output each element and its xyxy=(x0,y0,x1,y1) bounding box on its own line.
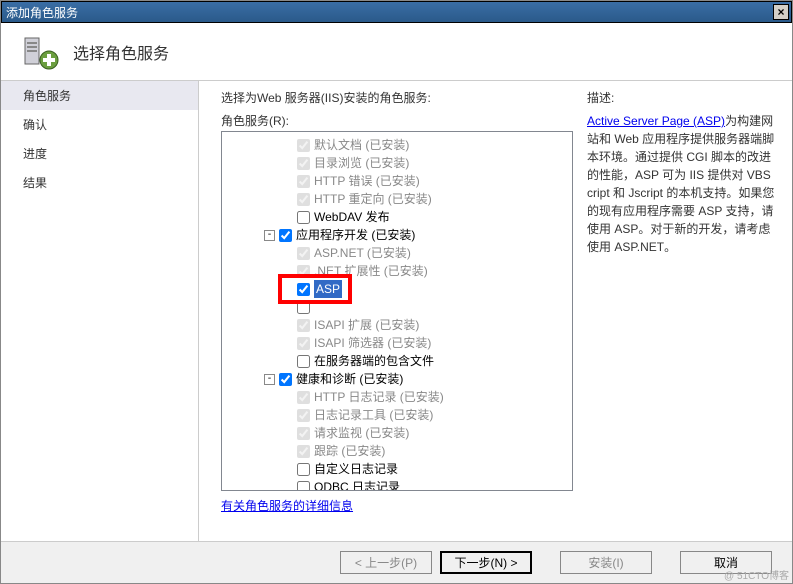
tree-node-label[interactable]: WebDAV 发布 xyxy=(314,208,390,226)
prev-button[interactable]: < 上一步(P) xyxy=(340,551,432,574)
tree-node-label[interactable]: 在服务器端的包含文件 xyxy=(314,352,434,370)
page-title: 选择角色服务 xyxy=(73,40,169,64)
tree-node-label[interactable]: .NET 扩展性 (已安装) xyxy=(314,262,428,280)
tree-row[interactable]: ISAPI 扩展 (已安装) xyxy=(222,316,572,334)
watermark: @ 51CTO博客 xyxy=(724,567,789,582)
expand-icon[interactable]: - xyxy=(264,230,275,241)
role-tree[interactable]: 默认文档 (已安装)目录浏览 (已安装)HTTP 错误 (已安装)HTTP 重定… xyxy=(221,131,573,491)
tree-node-label[interactable]: 请求监视 (已安装) xyxy=(314,424,409,442)
tree-checkbox xyxy=(297,427,310,440)
tree-checkbox xyxy=(297,175,310,188)
tree-checkbox[interactable] xyxy=(297,481,310,492)
tree-row[interactable]: - 健康和诊断 (已安装) xyxy=(222,370,572,388)
tree-node-label[interactable]: HTTP 日志记录 (已安装) xyxy=(314,388,444,406)
tree-checkbox[interactable] xyxy=(297,355,310,368)
tree-row[interactable]: 默认文档 (已安装) xyxy=(222,136,572,154)
tree-row[interactable]: ISAPI 筛选器 (已安装) xyxy=(222,334,572,352)
tree-node-label[interactable]: 目录浏览 (已安装) xyxy=(314,154,409,172)
tree-checkbox xyxy=(297,391,310,404)
tree-node-label[interactable]: HTTP 错误 (已安装) xyxy=(314,172,420,190)
tree-row[interactable]: 自定义日志记录 xyxy=(222,460,572,478)
intro-text: 选择为Web 服务器(IIS)安装的角色服务: xyxy=(221,89,573,106)
description-panel: 描述: Active Server Page (ASP)为构建网站和 Web 应… xyxy=(573,89,782,537)
tree-row[interactable]: ASP xyxy=(222,280,572,298)
tree-node-label[interactable]: ISAPI 扩展 (已安装) xyxy=(314,316,419,334)
tree-row[interactable]: ODBC 日志记录 xyxy=(222,478,572,491)
main-panel: 选择为Web 服务器(IIS)安装的角色服务: 角色服务(R): 默认文档 (已… xyxy=(199,81,792,541)
tree-row[interactable]: 在服务器端的包含文件 xyxy=(222,352,572,370)
nav-item-2[interactable]: 进度 xyxy=(1,139,198,168)
tree-checkbox[interactable] xyxy=(297,211,310,224)
tree-row[interactable]: WebDAV 发布 xyxy=(222,208,572,226)
next-button[interactable]: 下一步(N) > xyxy=(440,551,532,574)
tree-row[interactable]: HTTP 日志记录 (已安装) xyxy=(222,388,572,406)
tree-node-label[interactable]: HTTP 重定向 (已安装) xyxy=(314,190,432,208)
close-icon[interactable]: × xyxy=(773,4,789,20)
nav-item-0[interactable]: 角色服务 xyxy=(1,81,198,110)
tree-checkbox[interactable] xyxy=(279,373,292,386)
tree-row[interactable]: 请求监视 (已安装) xyxy=(222,424,572,442)
tree-node-label[interactable]: 自定义日志记录 xyxy=(314,460,398,478)
tree-row[interactable]: 跟踪 (已安装) xyxy=(222,442,572,460)
tree-node-label[interactable]: 应用程序开发 (已安装) xyxy=(296,226,415,244)
tree-row[interactable]: - 应用程序开发 (已安装) xyxy=(222,226,572,244)
tree-checkbox xyxy=(297,139,310,152)
tree-row[interactable]: HTTP 重定向 (已安装) xyxy=(222,190,572,208)
tree-checkbox[interactable] xyxy=(279,229,292,242)
footer: < 上一步(P) 下一步(N) > 安装(I) 取消 xyxy=(1,541,792,583)
tree-node-label[interactable]: 健康和诊断 (已安装) xyxy=(296,370,403,388)
window-title: 添加角色服务 xyxy=(6,6,78,20)
tree-checkbox xyxy=(297,319,310,332)
tree-row[interactable]: HTTP 错误 (已安装) xyxy=(222,172,572,190)
tree-checkbox[interactable] xyxy=(297,301,310,314)
tree-node-label[interactable]: 跟踪 (已安装) xyxy=(314,442,385,460)
nav-item-1[interactable]: 确认 xyxy=(1,110,198,139)
nav-item-3[interactable]: 结果 xyxy=(1,168,198,197)
tree-label: 角色服务(R): xyxy=(221,112,573,129)
desc-link[interactable]: Active Server Page (ASP) xyxy=(587,114,725,128)
tree-checkbox xyxy=(297,157,310,170)
expand-icon[interactable]: - xyxy=(264,374,275,385)
tree-row[interactable]: .NET 扩展性 (已安装) xyxy=(222,262,572,280)
desc-text: Active Server Page (ASP)为构建网站和 Web 应用程序提… xyxy=(587,112,776,256)
tree-checkbox xyxy=(297,409,310,422)
tree-node-label[interactable]: ASP xyxy=(314,280,342,298)
wizard-window: 添加角色服务 × 选择角色服务 角色服务确认进度结果 选择为Web 服务器(II… xyxy=(0,0,793,584)
tree-node-label[interactable]: ASP.NET (已安装) xyxy=(314,244,411,262)
install-button[interactable]: 安装(I) xyxy=(560,551,652,574)
header: 选择角色服务 xyxy=(1,23,792,81)
tree-row[interactable]: 目录浏览 (已安装) xyxy=(222,154,572,172)
tree-checkbox xyxy=(297,265,310,278)
tree-node-label[interactable]: 日志记录工具 (已安装) xyxy=(314,406,433,424)
tree-node-label[interactable]: 默认文档 (已安装) xyxy=(314,136,409,154)
tree-checkbox xyxy=(297,193,310,206)
more-info-link[interactable]: 有关角色服务的详细信息 xyxy=(221,497,573,514)
tree-node-label[interactable]: ODBC 日志记录 xyxy=(314,478,400,491)
tree-checkbox xyxy=(297,445,310,458)
desc-body: 为构建网站和 Web 应用程序提供服务器端脚本环境。通过提供 CGI 脚本的改进… xyxy=(587,114,774,254)
tree-checkbox xyxy=(297,247,310,260)
desc-label: 描述: xyxy=(587,89,776,106)
tree-node-label[interactable]: ISAPI 筛选器 (已安装) xyxy=(314,334,431,352)
tree-panel: 选择为Web 服务器(IIS)安装的角色服务: 角色服务(R): 默认文档 (已… xyxy=(221,89,573,537)
server-icon xyxy=(19,32,59,72)
tree-checkbox[interactable] xyxy=(297,283,310,296)
tree-row[interactable]: 日志记录工具 (已安装) xyxy=(222,406,572,424)
tree-checkbox[interactable] xyxy=(297,463,310,476)
body: 角色服务确认进度结果 选择为Web 服务器(IIS)安装的角色服务: 角色服务(… xyxy=(1,81,792,541)
sidebar: 角色服务确认进度结果 xyxy=(1,81,199,541)
tree-checkbox xyxy=(297,337,310,350)
tree-row[interactable]: CGI xyxy=(222,298,572,316)
titlebar[interactable]: 添加角色服务 × xyxy=(1,1,792,23)
tree-row[interactable]: ASP.NET (已安装) xyxy=(222,244,572,262)
